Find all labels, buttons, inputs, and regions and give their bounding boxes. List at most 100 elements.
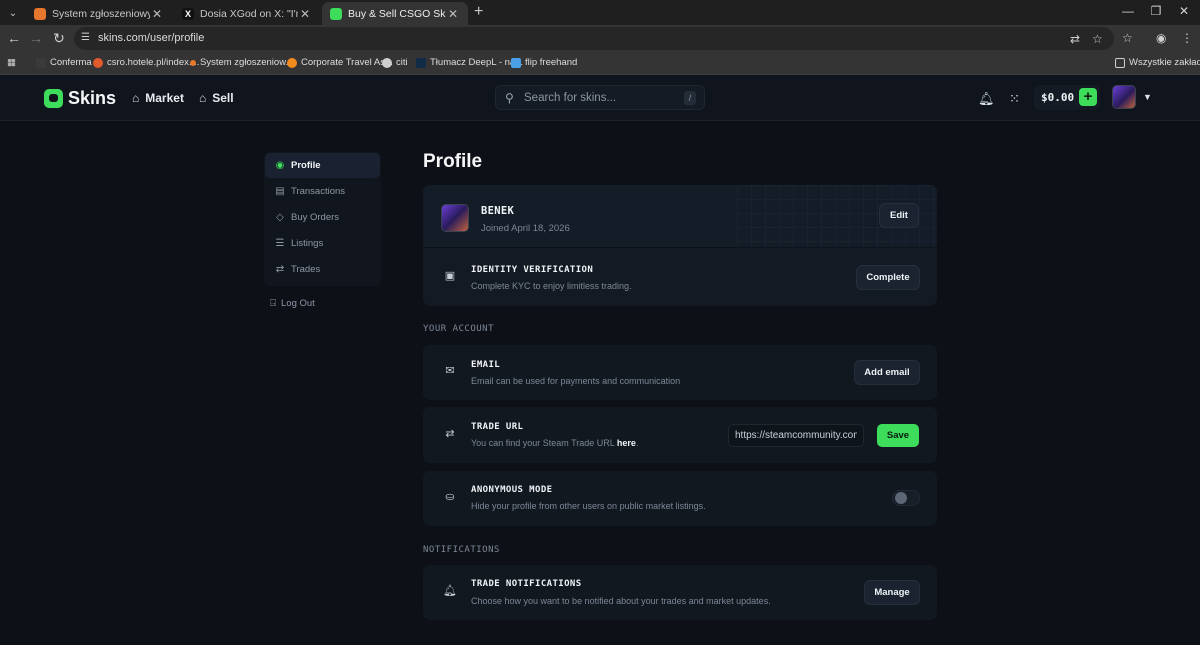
mail-icon: ✉ xyxy=(445,365,455,377)
save-trade-url-button[interactable]: Save xyxy=(877,424,919,447)
apps-grid-icon[interactable]: ▦ xyxy=(7,57,16,68)
trade-url-help-link[interactable]: here xyxy=(617,438,636,448)
url-text[interactable]: skins.com/user/profile xyxy=(98,32,204,44)
bookmark-item[interactable]: flip freehand xyxy=(511,57,577,68)
kyc-title: IDENTITY VERIFICATION xyxy=(471,265,594,275)
bookmarks-icon[interactable]: ☆ xyxy=(1122,31,1133,45)
incognito-icon: ⛀ xyxy=(445,491,455,503)
profile-card: BENEK Joined April 18, 2026 Edit ▣ IDENT… xyxy=(423,185,937,306)
id-document-icon: ▣ xyxy=(444,270,456,282)
toggle-knob xyxy=(895,492,907,504)
profile-sidebar: ◉ Profile ▤ Transactions ◇ Buy Orders ☰ … xyxy=(264,152,381,286)
anonymous-mode-toggle[interactable] xyxy=(892,490,920,506)
tab-close-icon[interactable]: ✕ xyxy=(298,7,312,21)
tab-search-button[interactable]: ⌄ xyxy=(4,4,22,22)
email-title: EMAIL xyxy=(471,360,501,370)
user-circle-icon: ◉ xyxy=(275,160,285,171)
bookmark-item[interactable]: Conferma xyxy=(36,57,92,68)
nav-market-link[interactable]: ⌂ Market xyxy=(132,91,184,105)
bookmark-favicon-icon xyxy=(36,57,46,68)
restore-icon[interactable]: ❐ xyxy=(1146,4,1166,18)
new-tab-icon[interactable]: + xyxy=(474,4,483,20)
add-funds-button[interactable]: + xyxy=(1079,88,1097,106)
x-logo-icon: X xyxy=(182,7,194,20)
email-card: ✉ EMAIL Email can be used for payments a… xyxy=(423,345,937,400)
swap-arrows-icon: ⇄ xyxy=(445,428,455,440)
tag-icon: ◇ xyxy=(276,212,284,223)
sidebar-item-buy-orders[interactable]: ◇ Buy Orders xyxy=(265,205,380,230)
url-bar[interactable]: ☰ skins.com/user/profile ⇄ ☆ xyxy=(74,27,1114,50)
browser-tab[interactable]: X Dosia XGod on X: "I'm giving aw ✕ xyxy=(174,2,320,25)
wallet-balance[interactable]: $0.00 + xyxy=(1034,85,1100,110)
search-shortcut-hint: / xyxy=(684,91,696,105)
anonymous-title: ANONYMOUS MODE xyxy=(471,485,553,495)
logout-icon: ⍈ xyxy=(270,298,276,309)
sidebar-item-trades[interactable]: ⇄ Trades xyxy=(265,257,380,282)
sidebar-item-profile[interactable]: ◉ Profile xyxy=(265,153,380,178)
apps-grid-icon[interactable]: ⁙ xyxy=(1009,91,1020,107)
sidebar-item-listings[interactable]: ☰ Listings xyxy=(265,231,380,256)
username: BENEK xyxy=(481,205,515,217)
minimize-icon[interactable]: — xyxy=(1118,4,1138,18)
browser-tab-strip: ⌄ System zgłoszeniowy « VCC Stu ✕ X Dosi… xyxy=(0,0,1200,25)
skins-favicon-icon xyxy=(330,7,342,20)
kyc-subtitle: Complete KYC to enjoy limitless trading. xyxy=(471,281,632,291)
folder-icon xyxy=(1115,57,1125,68)
bookmark-item[interactable]: citi xyxy=(382,57,408,68)
complete-kyc-button[interactable]: Complete xyxy=(856,265,920,290)
edit-profile-button[interactable]: Edit xyxy=(879,203,919,228)
bookmark-item[interactable]: Tłumacz DeepL - na... xyxy=(416,57,523,68)
back-icon[interactable]: ← xyxy=(6,31,22,47)
skins-logo-icon xyxy=(44,89,63,108)
sidebar-item-transactions[interactable]: ▤ Transactions xyxy=(265,179,380,204)
reload-icon[interactable]: ↻ xyxy=(51,31,67,47)
bookmark-favicon-icon xyxy=(93,57,103,68)
trade-url-subtitle: You can find your Steam Trade URL here. xyxy=(471,438,639,448)
page-title: Profile xyxy=(423,151,483,172)
bookmark-item[interactable]: csro.hotele.pl/index.... xyxy=(93,57,199,68)
add-email-button[interactable]: Add email xyxy=(854,360,920,385)
section-label-notifications: NOTIFICATIONS xyxy=(423,545,500,555)
forward-icon[interactable]: → xyxy=(28,31,44,47)
site-info-icon[interactable]: ☰ xyxy=(81,32,93,44)
arrows-icon: ⇄ xyxy=(275,264,285,275)
globe-icon xyxy=(382,57,392,68)
menu-kebab-icon[interactable]: ⋮ xyxy=(1181,31,1193,45)
site-logo[interactable]: Skins xyxy=(44,88,116,109)
tab-favicon-icon xyxy=(34,7,46,20)
trade-url-title: TRADE URL xyxy=(471,422,524,432)
anonymous-subtitle: Hide your profile from other users on pu… xyxy=(471,501,706,511)
translate-icon[interactable]: ⇄ xyxy=(1070,32,1080,46)
all-bookmarks-folder[interactable]: Wszystkie zakładki xyxy=(1115,57,1200,68)
deepl-icon xyxy=(416,57,426,68)
bookmark-item[interactable]: System zgłoszeniow... xyxy=(190,57,293,68)
search-icon: ⚲ xyxy=(505,91,514,105)
chevron-down-icon[interactable]: ▼ xyxy=(1143,92,1152,102)
store-icon: ⌂ xyxy=(132,91,140,105)
bell-icon[interactable]: 🔔︎ xyxy=(978,91,995,107)
search-input[interactable]: ⚲ Search for skins... / xyxy=(495,85,705,110)
close-window-icon[interactable]: ✕ xyxy=(1174,4,1194,18)
bookmarks-bar: ▦ Conferma csro.hotele.pl/index.... Syst… xyxy=(0,52,1200,75)
avatar[interactable] xyxy=(1112,85,1136,109)
list-icon: ☰ xyxy=(275,238,285,249)
nav-sell-link[interactable]: ⌂ Sell xyxy=(199,91,234,105)
steam-icon xyxy=(511,57,521,68)
bell-icon: 🔔︎ xyxy=(443,585,457,597)
logout-button[interactable]: ⍈ Log Out xyxy=(270,298,315,309)
browser-tab[interactable]: System zgłoszeniowy « VCC Stu ✕ xyxy=(26,2,172,25)
bookmark-item[interactable]: Corporate Travel As... xyxy=(287,57,393,68)
bookmark-favicon-icon xyxy=(287,57,297,68)
browser-tab-active[interactable]: Buy & Sell CSGO Skins & CS2 Sk ✕ xyxy=(322,2,468,25)
trade-notifications-subtitle: Choose how you want to be notified about… xyxy=(471,596,771,606)
tab-close-icon[interactable]: ✕ xyxy=(446,7,460,21)
anonymous-mode-card: ⛀ ANONYMOUS MODE Hide your profile from … xyxy=(423,471,937,526)
receipt-icon: ▤ xyxy=(275,186,285,197)
bookmark-star-icon[interactable]: ☆ xyxy=(1092,32,1103,46)
trade-url-card: ⇄ TRADE URL You can find your Steam Trad… xyxy=(423,407,937,463)
trade-url-input[interactable] xyxy=(728,424,864,447)
trade-notifications-card: 🔔︎ TRADE NOTIFICATIONS Choose how you wa… xyxy=(423,565,937,620)
manage-notifications-button[interactable]: Manage xyxy=(864,580,920,605)
profile-icon[interactable]: ◉ xyxy=(1156,31,1166,45)
tab-close-icon[interactable]: ✕ xyxy=(150,7,164,21)
